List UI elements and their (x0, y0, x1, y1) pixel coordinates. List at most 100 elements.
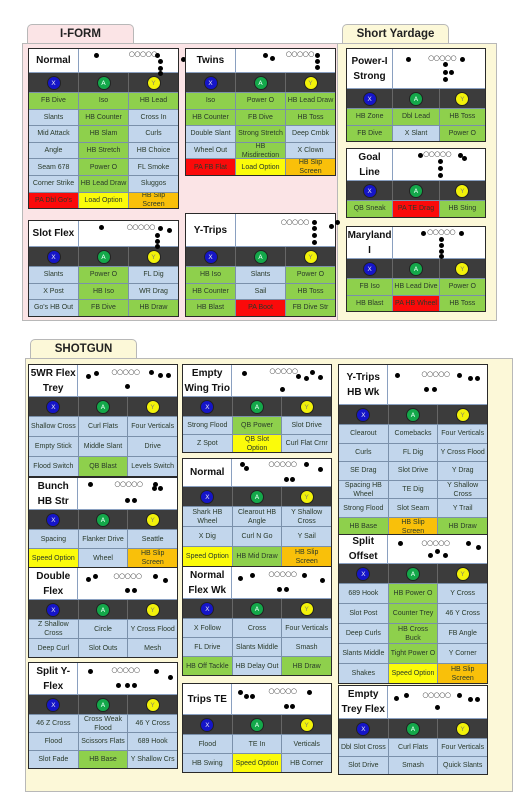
play-cell[interactable]: 689 Hook (128, 732, 178, 750)
play-cell[interactable]: Curl Flat Crnr (282, 434, 332, 452)
play-cell[interactable]: Slants (29, 266, 79, 283)
play-cell[interactable]: QB Slot Option (232, 434, 283, 452)
play-cell[interactable]: Double Slant (186, 125, 236, 142)
play-cell[interactable]: X Post (29, 282, 79, 300)
play-cell[interactable]: HB Toss (439, 108, 485, 125)
play-cell[interactable]: PA TE Drag (393, 200, 440, 217)
play-cell[interactable]: QB Blast (78, 456, 129, 476)
play-cell[interactable]: Shakes (339, 663, 389, 683)
play-cell[interactable]: FB Dive (29, 92, 79, 109)
play-cell[interactable]: Wheel Out (186, 141, 236, 159)
section-tab-iform[interactable]: I-FORM (27, 24, 134, 44)
play-cell[interactable]: Slot Fade (29, 750, 79, 768)
play-cell[interactable]: Comebacks (388, 424, 439, 443)
play-cell[interactable]: Smash (282, 637, 332, 656)
play-cell[interactable]: Cross (232, 618, 283, 637)
play-cell[interactable]: HB Draw (282, 656, 332, 675)
play-cell[interactable]: Slants (29, 108, 79, 126)
play-cell[interactable]: HB Zone (347, 108, 394, 125)
play-cell[interactable]: Y Sail (282, 526, 332, 546)
play-cell[interactable]: Sail (236, 282, 286, 300)
play-cell[interactable]: Slot Outs (78, 638, 129, 657)
play-cell[interactable]: Load Option (236, 158, 286, 175)
play-cell[interactable]: Strong Flood (339, 498, 389, 517)
play-cell[interactable]: Curls (339, 442, 389, 462)
play-cell[interactable]: HB Slip Screen (282, 546, 332, 566)
play-cell[interactable]: Corner Strike (29, 174, 79, 192)
play-cell[interactable]: Curls (129, 125, 178, 142)
play-cell[interactable]: 46 Y Cross (438, 603, 488, 623)
play-cell[interactable]: Strong Flood (183, 416, 233, 434)
play-cell[interactable]: PA Boot (236, 299, 286, 316)
play-cell[interactable]: Strong Stretch (236, 125, 286, 142)
play-cell[interactable]: Mesh (128, 638, 178, 657)
play-cell[interactable]: HB Power O (388, 583, 439, 603)
play-cell[interactable]: Power O (236, 92, 286, 109)
play-cell[interactable]: Y Shallow Cross (282, 506, 332, 526)
play-cell[interactable]: 46 Z Cross (29, 714, 79, 732)
section-tab-shotgun[interactable]: SHOTGUN (30, 339, 137, 359)
play-cell[interactable]: SE Drag (339, 461, 389, 480)
play-cell[interactable]: HB Mid Draw (232, 546, 283, 566)
play-cell[interactable]: Slants (236, 266, 286, 283)
play-cell[interactable]: HB Slip Screen (129, 191, 178, 209)
play-cell[interactable]: HB Swing (183, 753, 233, 772)
play-cell[interactable]: HB Slip Screen (128, 548, 178, 567)
play-cell[interactable]: FB Angle (438, 623, 488, 643)
play-cell[interactable]: Power O (286, 266, 335, 283)
play-cell[interactable]: HB Counter (186, 108, 236, 126)
play-cell[interactable]: X Clown (286, 141, 335, 159)
play-cell[interactable]: QB Sneak (347, 200, 394, 217)
play-cell[interactable]: Empty Stick (29, 436, 79, 456)
play-cell[interactable]: Seam 678 (29, 158, 79, 175)
play-cell[interactable]: Speed Option (183, 546, 233, 566)
play-cell[interactable]: HB Choice (129, 141, 178, 159)
play-cell[interactable]: Slants Middle (339, 643, 389, 663)
play-cell[interactable]: Curl Flats (78, 416, 129, 436)
play-cell[interactable]: Wheel (78, 548, 129, 567)
play-cell[interactable]: Load Option (79, 191, 129, 209)
play-cell[interactable]: HB Draw (129, 299, 178, 316)
play-cell[interactable]: 46 Y Cross (128, 714, 178, 732)
play-cell[interactable]: FL Dig (388, 442, 439, 462)
play-cell[interactable]: Quick Slants (438, 756, 488, 774)
play-cell[interactable]: Y Shallow Crs (128, 750, 178, 768)
play-cell[interactable]: Clearout HB Angle (232, 506, 283, 526)
play-cell[interactable]: Speed Option (388, 663, 439, 683)
play-cell[interactable]: Cross Weak Flood (78, 714, 129, 732)
play-cell[interactable]: Counter Trey (388, 603, 439, 623)
play-cell[interactable]: X Slant (393, 124, 440, 142)
play-cell[interactable]: Clearout (339, 424, 389, 443)
play-cell[interactable]: Power O (79, 158, 129, 175)
play-cell[interactable]: Tight Power O (388, 643, 439, 663)
play-cell[interactable]: HB Lead Dive (393, 278, 440, 295)
play-cell[interactable]: HB Cross Buck (388, 623, 439, 643)
play-cell[interactable]: Go's HB Out (29, 299, 79, 316)
section-tab-short-yardage[interactable]: Short Yardage (342, 24, 449, 44)
play-cell[interactable]: PA HB Wheel (393, 294, 440, 312)
play-cell[interactable]: HB Blast (186, 299, 236, 316)
play-cell[interactable]: Speed Option (29, 548, 79, 567)
play-cell[interactable]: Four Verticals (438, 424, 488, 443)
play-cell[interactable]: HB Toss (286, 282, 335, 300)
play-cell[interactable]: Deep Curls (339, 623, 389, 643)
play-cell[interactable]: FL Dig (129, 266, 178, 283)
play-cell[interactable]: Middle Slant (78, 436, 129, 456)
play-cell[interactable]: Y Trail (438, 498, 488, 517)
play-cell[interactable]: HB Stretch (79, 141, 129, 159)
play-cell[interactable]: Slot Seam (388, 498, 439, 517)
play-cell[interactable]: Drive (128, 436, 178, 456)
play-cell[interactable]: Flood (183, 734, 233, 753)
play-cell[interactable]: Four Verticals (438, 738, 488, 756)
play-cell[interactable]: FB Dive (236, 108, 286, 126)
play-cell[interactable]: HB Slip Screen (438, 663, 488, 683)
play-cell[interactable]: Seattle (128, 529, 178, 548)
play-cell[interactable]: Y Corner (438, 643, 488, 663)
play-cell[interactable]: FL Drive (183, 637, 233, 656)
play-cell[interactable]: Z Shallow Cross (29, 619, 79, 638)
play-cell[interactable]: Flood (29, 732, 79, 750)
play-cell[interactable]: Flanker Drive (78, 529, 129, 548)
play-cell[interactable]: Scissors Flats (78, 732, 129, 750)
play-cell[interactable]: HB Lead Draw (286, 92, 335, 109)
play-cell[interactable]: HB Toss (286, 108, 335, 126)
